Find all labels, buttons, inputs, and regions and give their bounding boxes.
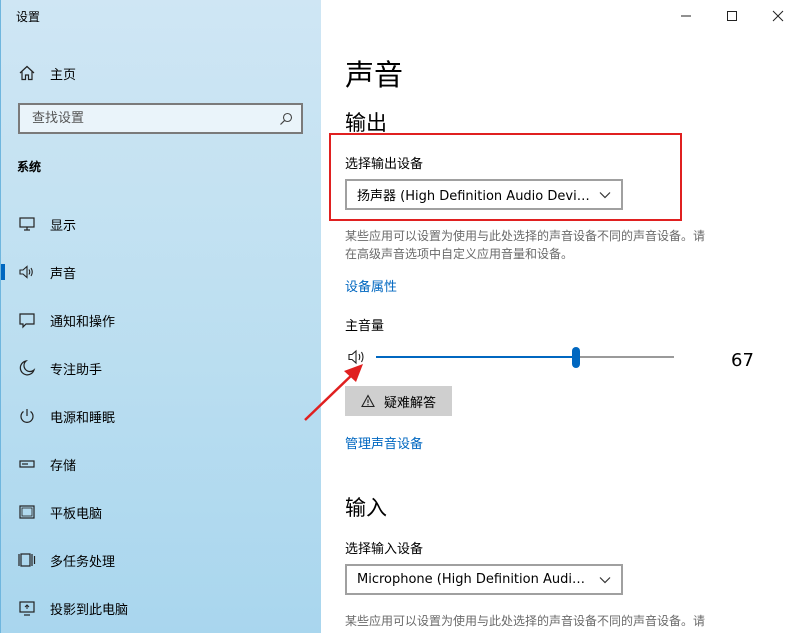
volume-row — [347, 346, 767, 370]
sidebar-item-label: 投影到此电脑 — [50, 602, 129, 618]
volume-slider-fill — [376, 356, 576, 358]
projection-icon — [19, 601, 35, 616]
sidebar-item-multitasking[interactable]: 多任务处理 — [1, 540, 322, 580]
page-title: 声音 — [345, 58, 404, 92]
sidebar-item-label: 平板电脑 — [50, 506, 103, 522]
home-icon — [19, 65, 35, 81]
annotation-arrow — [304, 364, 363, 421]
volume-value: 67 — [731, 350, 754, 371]
minimize-icon — [681, 15, 691, 17]
sidebar-item-display[interactable]: 显示 — [1, 204, 322, 244]
sidebar-item-label: 通知和操作 — [50, 314, 116, 330]
input-description: 某些应用可以设置为使用与此处选择的声音设备不同的声音设备。请 — [345, 612, 775, 630]
sidebar-item-sound[interactable]: 声音 — [1, 252, 322, 292]
chevron-down-icon — [599, 576, 611, 583]
manage-sound-devices-link[interactable]: 管理声音设备 — [345, 433, 423, 452]
sidebar-item-tablet[interactable]: 平板电脑 — [1, 492, 322, 532]
volume-slider-thumb[interactable] — [571, 347, 580, 368]
input-device-value: Microphone (High Definition Audio... — [357, 572, 591, 587]
sidebar-item-label: 存储 — [50, 458, 77, 474]
input-heading: 输入 — [345, 496, 387, 520]
sidebar-item-projection[interactable]: 投影到此电脑 — [1, 588, 322, 628]
sidebar: 设置 主页 系统 显示 声音 通知和操作 — [0, 0, 321, 633]
search-icon[interactable] — [279, 112, 293, 126]
troubleshoot-label: 疑难解答 — [383, 395, 436, 411]
sidebar-item-focus-assist[interactable]: 专注助手 — [1, 348, 322, 388]
home-label: 主页 — [50, 67, 77, 83]
window-title: 设置 — [16, 10, 41, 24]
sidebar-item-storage[interactable]: 存储 — [1, 444, 322, 484]
sidebar-item-label: 电源和睡眠 — [50, 410, 116, 426]
sidebar-item-label: 声音 — [50, 266, 77, 282]
maximize-button[interactable] — [724, 8, 740, 24]
input-device-label: 选择输入设备 — [345, 542, 424, 557]
speaker-icon — [19, 265, 33, 279]
input-device-dropdown[interactable]: Microphone (High Definition Audio... — [345, 564, 623, 595]
output-description-line2: 在高级声音选项中自定义应用音量和设备。 — [345, 247, 574, 261]
section-label-system: 系统 — [17, 160, 42, 174]
notification-icon — [19, 313, 35, 329]
multitasking-icon — [18, 553, 36, 567]
close-icon — [772, 10, 784, 22]
volume-slider[interactable] — [376, 347, 674, 368]
master-volume-label: 主音量 — [345, 319, 385, 334]
search-box[interactable] — [18, 103, 303, 134]
tablet-icon — [19, 505, 35, 519]
main-panel: 声音 输出 选择输出设备 扬声器 (High Definition Audio … — [321, 0, 801, 633]
maximize-icon — [727, 11, 737, 21]
sidebar-item-label: 专注助手 — [50, 362, 103, 378]
output-description-line1: 某些应用可以设置为使用与此处选择的声音设备不同的声音设备。请 — [345, 229, 706, 243]
annotation-highlight-box — [329, 133, 682, 221]
power-icon — [20, 409, 34, 423]
home-nav-item[interactable]: 主页 — [18, 63, 76, 83]
close-button[interactable] — [770, 8, 786, 24]
device-properties-link[interactable]: 设备属性 — [345, 276, 397, 295]
sidebar-item-label: 显示 — [50, 218, 77, 234]
storage-icon — [19, 460, 35, 468]
moon-icon — [19, 359, 36, 376]
monitor-icon — [19, 217, 35, 231]
minimize-button[interactable] — [678, 8, 694, 24]
search-input[interactable] — [30, 110, 279, 127]
sidebar-item-notifications[interactable]: 通知和操作 — [1, 300, 322, 340]
input-description-line1: 某些应用可以设置为使用与此处选择的声音设备不同的声音设备。请 — [345, 614, 706, 628]
sidebar-item-power-sleep[interactable]: 电源和睡眠 — [1, 396, 322, 436]
sidebar-item-label: 多任务处理 — [50, 554, 116, 570]
output-description: 某些应用可以设置为使用与此处选择的声音设备不同的声音设备。请 在高级声音选项中自… — [345, 227, 775, 263]
